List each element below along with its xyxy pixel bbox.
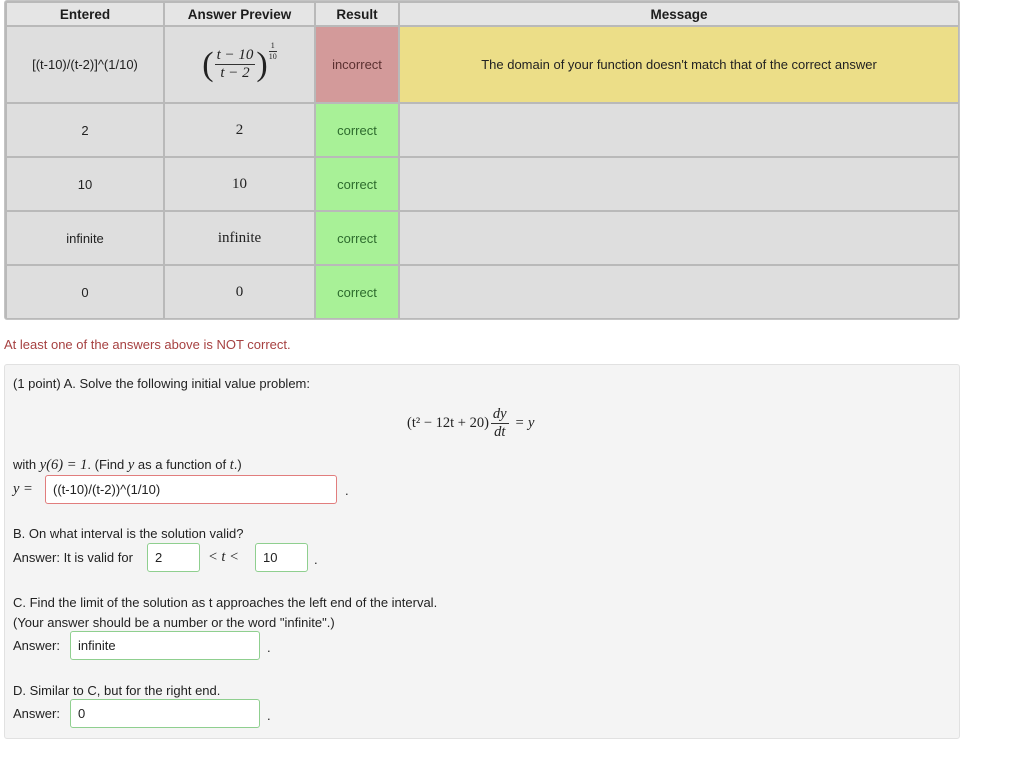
results-table: Entered Answer Preview Result Message [(… — [4, 0, 960, 320]
part-d-period: . — [267, 708, 271, 723]
row-3-entered: 10 — [7, 158, 163, 210]
part-c-period: . — [267, 640, 271, 655]
row-5-message — [400, 266, 958, 318]
interval-left-input[interactable]: 2 — [147, 543, 200, 572]
right-limit-input[interactable]: 0 — [70, 699, 260, 728]
part-d-question: D. Similar to C, but for the right end. — [13, 683, 221, 698]
part-d-answer-label: Answer: — [13, 706, 60, 721]
y-period: . — [345, 483, 349, 498]
row-2-preview: 2 — [165, 104, 314, 156]
row-2-entered: 2 — [7, 104, 163, 156]
incorrect-notice: At least one of the answers above is NOT… — [4, 337, 291, 352]
interval-right-input[interactable]: 10 — [255, 543, 308, 572]
part-c-note: (Your answer should be a number or the w… — [13, 615, 335, 630]
equation-lhs: (t² − 12t + 20) — [407, 414, 489, 431]
header-message: Message — [400, 3, 958, 25]
row-1-message: The domain of your function doesn't matc… — [400, 27, 958, 102]
part-c-question: C. Find the limit of the solution as t a… — [13, 595, 438, 610]
row-4-entered: infinite — [7, 212, 163, 264]
row-5-entered: 0 — [7, 266, 163, 318]
equation-dy: dy — [490, 406, 509, 424]
row-2-result: correct — [316, 104, 398, 156]
row-1-entered: [(t-10)/(t-2)]^(1/10) — [7, 27, 163, 102]
interval-inequality: < t < — [208, 549, 239, 565]
left-limit-input[interactable]: infinite — [70, 631, 260, 660]
preview-exponent-denominator: 10 — [268, 51, 277, 61]
header-result: Result — [316, 3, 398, 25]
row-3-preview: 10 — [165, 158, 314, 210]
part-c-answer-label: Answer: — [13, 638, 60, 653]
row-2-message — [400, 104, 958, 156]
problem-intro: (1 point) A. Solve the following initial… — [13, 376, 310, 391]
y-label: y = — [13, 481, 33, 497]
header-entered: Entered — [7, 3, 163, 25]
row-3-result: correct — [316, 158, 398, 210]
row-1-preview: ( t − 10 t − 2 ) 1 10 — [165, 27, 314, 102]
row-4-message — [400, 212, 958, 264]
row-1-result: incorrect — [316, 27, 398, 102]
row-5-result: correct — [316, 266, 398, 318]
differential-equation: (t² − 12t + 20) dy dt = y — [407, 407, 534, 439]
equation-dt: dt — [494, 423, 506, 440]
preview-exponent-numerator: 1 — [268, 40, 277, 52]
part-b-period: . — [314, 552, 318, 567]
row-4-preview: infinite — [165, 212, 314, 264]
equation-rhs: = y — [514, 414, 535, 431]
y-answer-input[interactable]: ((t-10)/(t-2))^(1/10) — [45, 475, 337, 504]
preview-denominator: t − 2 — [220, 65, 250, 81]
part-b-answer-label: Answer: It is valid for — [13, 550, 133, 565]
preview-numerator: t − 10 — [214, 47, 256, 65]
header-answer-preview: Answer Preview — [165, 3, 314, 25]
initial-condition: with y(6) = 1. (Find y as a function of … — [13, 457, 242, 473]
problem-panel: (1 point) A. Solve the following initial… — [4, 364, 960, 739]
part-b-question: B. On what interval is the solution vali… — [13, 526, 244, 541]
row-3-message — [400, 158, 958, 210]
row-5-preview: 0 — [165, 266, 314, 318]
row-4-result: correct — [316, 212, 398, 264]
